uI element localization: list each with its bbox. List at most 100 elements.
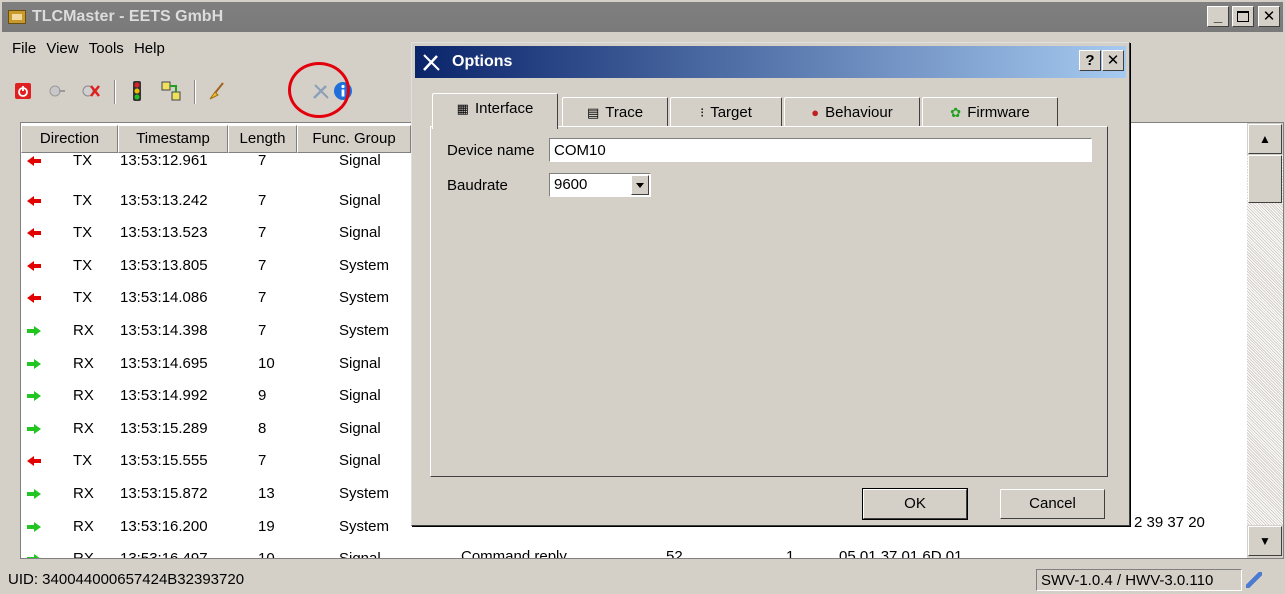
baudrate-value: 9600 [554, 176, 588, 193]
tab-target[interactable]: ⁝ Target [670, 97, 782, 127]
arrow-left-icon [27, 195, 41, 207]
cell-direction: RX [73, 354, 94, 372]
scroll-down-button[interactable]: ▼ [1248, 526, 1282, 556]
help-button[interactable]: ? [1079, 50, 1101, 71]
arrow-right-icon [27, 553, 41, 558]
toolbar-separator [114, 80, 116, 104]
chevron-down-icon[interactable] [631, 175, 649, 195]
scroll-thumb[interactable] [1248, 155, 1282, 203]
cell-timestamp: 13:53:14.695 [120, 354, 208, 372]
sequence-icon [161, 81, 181, 101]
status-bar: UID: 340044000657424B32393720 SWV-1.0.4 … [2, 568, 1283, 592]
menu-help[interactable]: Help [134, 40, 165, 57]
cell-direction: RX [73, 550, 94, 559]
cell-timestamp: 13:53:14.992 [120, 387, 208, 405]
tab-trace[interactable]: ▤ Trace [562, 97, 668, 127]
cell-length: 13 [258, 485, 275, 502]
cell-length: 7 [258, 256, 267, 274]
arrow-left-icon [27, 292, 41, 304]
baudrate-select[interactable]: 9600 [549, 173, 651, 197]
clear-button[interactable] [206, 80, 228, 102]
cell-func-group: Signal [339, 419, 381, 437]
broom-icon [209, 82, 224, 100]
connection-icon [1246, 572, 1262, 588]
cell-func-group: System [339, 322, 390, 339]
column-header-direction[interactable]: Direction [21, 125, 118, 153]
gear-icon: ✿ [950, 105, 962, 120]
vertical-scrollbar[interactable]: ▲ ▼ [1247, 123, 1283, 558]
cell-func-group: System [339, 485, 390, 502]
tab-label: Behaviour [825, 104, 893, 121]
cell-length: 19 [258, 517, 275, 535]
tab-firmware[interactable]: ✿ Firmware [922, 97, 1058, 127]
maximize-icon [1237, 11, 1249, 22]
column-header-func-group[interactable]: Func. Group [297, 125, 411, 153]
uid-status: UID: 340044000657424B32393720 [8, 571, 245, 588]
cell-length: 9 [258, 387, 267, 405]
traffic-light-icon: ⁝ [700, 105, 705, 120]
cell-func-group: Signal [339, 550, 381, 559]
device-name-input[interactable] [549, 138, 1092, 162]
arrow-down-icon: ▼ [1259, 534, 1271, 548]
cell-length: 7 [258, 452, 267, 470]
menu-bar: File View Tools Help [2, 40, 165, 64]
arrow-left-icon [27, 260, 41, 272]
arrow-right-icon [27, 358, 41, 370]
tab-label: Firmware [967, 104, 1030, 121]
cell-func-group: Signal [339, 224, 381, 242]
traffic-light-icon [133, 81, 141, 101]
column-header-length[interactable]: Length [228, 125, 297, 153]
menu-view[interactable]: View [46, 40, 78, 57]
ok-button[interactable]: OK [862, 488, 968, 520]
toolbar [10, 74, 410, 108]
cell-length: 7 [258, 191, 267, 209]
cell-direction: TX [73, 152, 93, 169]
cell-func-group: System [339, 256, 390, 274]
cell-length: 10 [258, 354, 275, 372]
cell-description: Command reply [461, 548, 567, 559]
cell-direction: TX [73, 452, 93, 470]
power-off-button[interactable] [12, 80, 34, 102]
chip-icon: ▦ [456, 101, 469, 116]
connect-button[interactable] [46, 80, 68, 102]
cell-timestamp: 13:53:13.805 [120, 256, 208, 274]
cell-direction: RX [73, 485, 94, 502]
title-bar: TLCMaster - EETS GmbH _ ✕ [2, 2, 1283, 32]
version-status: SWV-1.0.4 / HWV-3.0.110 [1036, 569, 1242, 591]
arrow-up-icon: ▲ [1259, 132, 1271, 146]
dialog-title-bar: Options ? ✕ [415, 46, 1126, 78]
cell-length: 7 [258, 289, 267, 307]
cell-length: 7 [258, 152, 267, 169]
window-title: TLCMaster - EETS GmbH [32, 8, 224, 25]
power-icon [15, 83, 31, 99]
cell-direction: RX [73, 419, 94, 437]
cancel-button[interactable]: Cancel [1000, 489, 1105, 519]
traffic-light-button[interactable] [126, 80, 148, 102]
minimize-button[interactable]: _ [1207, 6, 1229, 27]
close-button[interactable]: ✕ [1258, 6, 1280, 27]
tab-interface[interactable]: ▦ Interface [432, 93, 558, 129]
table-row[interactable]: RX 13:53:16.497 10 Signal [21, 543, 1245, 559]
column-header-timestamp[interactable]: Timestamp [118, 125, 228, 153]
maximize-button[interactable] [1232, 6, 1254, 27]
tab-behaviour[interactable]: ● Behaviour [784, 97, 920, 127]
cell-timestamp: 13:53:15.289 [120, 419, 208, 437]
dialog-close-button[interactable]: ✕ [1102, 50, 1124, 71]
menu-tools[interactable]: Tools [89, 40, 124, 57]
arrow-right-icon [27, 390, 41, 402]
toolbar-separator [194, 80, 196, 104]
sequence-button[interactable] [160, 80, 182, 102]
cell-timestamp: 13:53:14.398 [120, 322, 208, 339]
cell-timestamp: 13:53:15.872 [120, 485, 208, 502]
cell-timestamp: 13:53:16.200 [120, 517, 208, 535]
cell-direction: TX [73, 289, 93, 307]
tab-label: Interface [474, 100, 534, 117]
cell-direction: RX [73, 387, 94, 405]
menu-file[interactable]: File [12, 40, 36, 57]
tab-label: Target [710, 104, 752, 121]
arrow-right-icon [27, 423, 41, 435]
scroll-track[interactable] [1247, 155, 1283, 525]
cell-length: 10 [258, 550, 275, 559]
disconnect-button[interactable] [80, 80, 102, 102]
scroll-up-button[interactable]: ▲ [1248, 124, 1282, 154]
